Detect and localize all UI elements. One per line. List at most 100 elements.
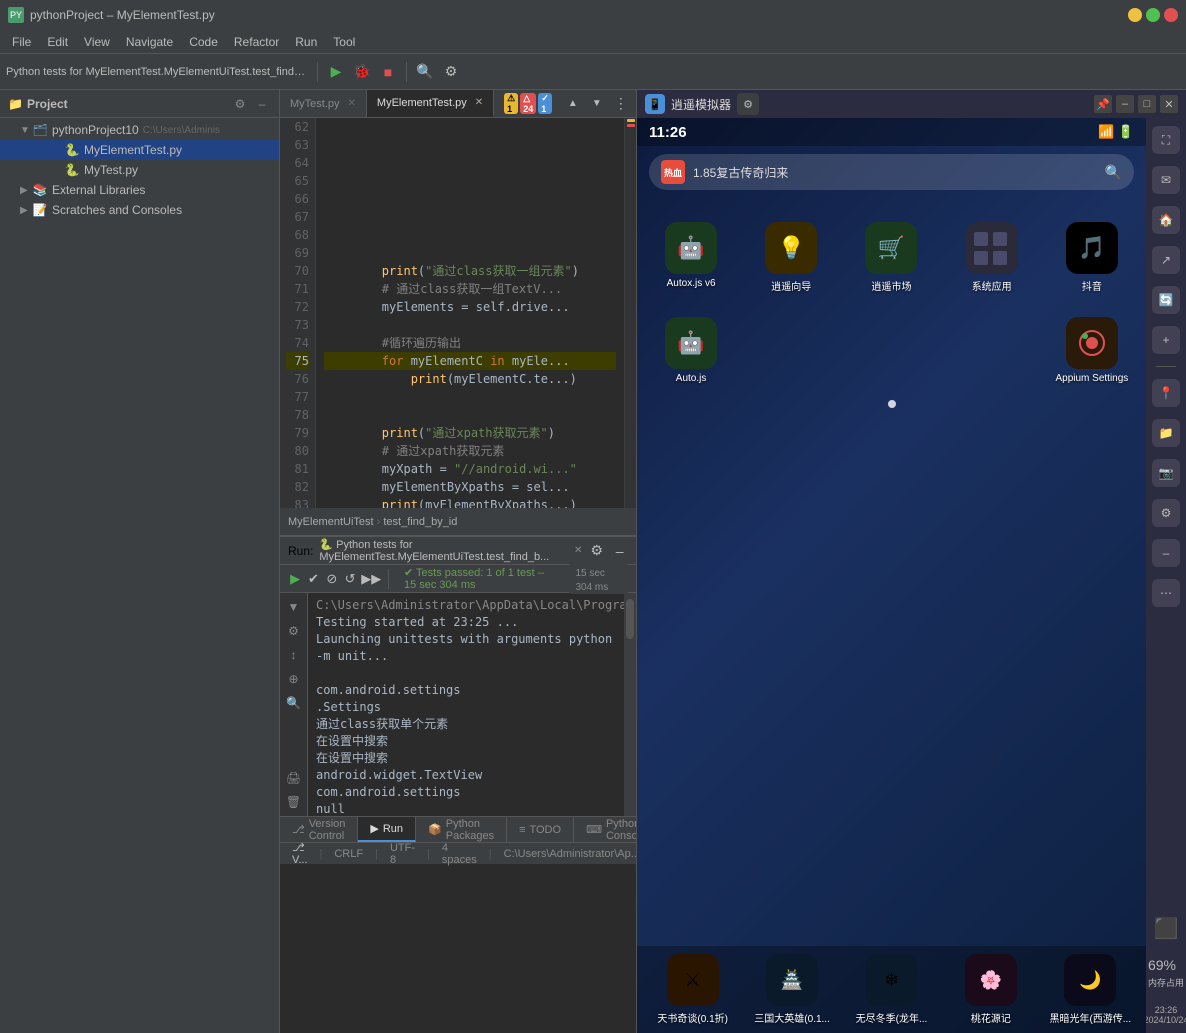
tab-down-button[interactable]: ▼ <box>586 93 608 115</box>
tab-myelementtest-close[interactable]: ✕ <box>475 97 483 108</box>
android-side-btn-vol-up[interactable]: + <box>1152 326 1180 354</box>
android-side-btn-fullscreen[interactable]: ⛶ <box>1152 126 1180 154</box>
status-indent[interactable]: 4 spaces <box>438 842 481 866</box>
run-sidebar-btn-4[interactable]: ⊕ <box>284 669 304 689</box>
android-title-text: 逍遥模拟器 <box>671 96 731 113</box>
project-tree: ▼ 🗂 pythonProject10 C:\Users\Adminis 🐍 M… <box>0 118 279 1033</box>
line-num: 79 <box>286 424 309 442</box>
tab-run[interactable]: ▶ Run <box>358 817 416 842</box>
run-rerun-button[interactable]: ↺ <box>343 569 357 589</box>
android-side-btn-vol-down[interactable]: – <box>1152 539 1180 567</box>
status-crlf[interactable]: CRLF <box>330 848 367 860</box>
android-side-btn-camera[interactable]: 📷 <box>1152 459 1180 487</box>
android-app-autojs[interactable]: 🤖 Auto.js <box>645 317 737 384</box>
android-icon-settings[interactable]: ⚙ <box>737 93 759 115</box>
android-home-nav[interactable]: ⬛ <box>1154 916 1179 941</box>
android-search-bar[interactable]: 热血 1.85复古传奇归来 🔍 <box>649 154 1134 190</box>
run-panel-settings-button[interactable]: ⚙ <box>588 540 605 562</box>
menu-file[interactable]: File <box>4 33 39 51</box>
tab-mytest-close[interactable]: ✕ <box>348 98 356 109</box>
run-configuration-label: Python tests for MyElementTest.MyElement… <box>6 66 306 78</box>
android-side-btn-share[interactable]: ↗ <box>1152 246 1180 274</box>
android-side-btn-more[interactable]: ⋯ <box>1152 579 1180 607</box>
android-app-appium[interactable]: Appium Settings <box>1046 317 1138 384</box>
android-app-market[interactable]: 🛒 逍遥市场 <box>845 222 937 293</box>
android-side-btn-rotate[interactable]: 🔄 <box>1152 286 1180 314</box>
android-search-icon[interactable]: 🔍 <box>1105 164 1122 181</box>
run-tab-close[interactable]: ✕ <box>574 545 582 556</box>
run-panel: Run: 🐍 Python tests for MyElementTest.My… <box>280 536 636 816</box>
android-app-system[interactable]: 系统应用 <box>946 222 1038 293</box>
menu-navigate[interactable]: Navigate <box>118 33 181 51</box>
tab-todo[interactable]: ≡ TODO <box>507 817 574 842</box>
tab-myelementtest[interactable]: MyElementTest.py ✕ <box>367 90 494 117</box>
code-editor[interactable]: print("通过class获取一组元素") # 通过class获取一组Text… <box>316 118 624 508</box>
menu-refactor[interactable]: Refactor <box>226 33 287 51</box>
android-app-douyin[interactable]: 🎵 抖音 <box>1046 222 1138 293</box>
tree-scratches-consoles[interactable]: ▶ 📝 Scratches and Consoles <box>0 200 279 220</box>
android-side-btn-home[interactable]: 🏠 <box>1152 206 1180 234</box>
panel-collapse-button[interactable]: – <box>253 95 271 113</box>
run-stop-button[interactable]: ⊘ <box>325 569 339 589</box>
android-min-button[interactable]: – <box>1116 95 1134 113</box>
android-app-autoxjs[interactable]: 🤖 Autox.js v6 <box>645 222 737 293</box>
scratches-label: Scratches and Consoles <box>52 203 182 217</box>
debug-button[interactable]: 🐞 <box>351 61 373 83</box>
android-side-btn-location[interactable]: 📍 <box>1152 379 1180 407</box>
tree-project-root[interactable]: ▼ 🗂 pythonProject10 C:\Users\Adminis <box>0 120 279 140</box>
android-side-btn-mail[interactable]: ✉ <box>1152 166 1180 194</box>
run-sidebar-btn-1[interactable]: ▼ <box>284 597 304 617</box>
stop-button[interactable]: ■ <box>377 61 399 83</box>
android-game-4[interactable]: 🌸 桃花源记 <box>943 954 1038 1025</box>
run-restart-button[interactable]: ▶ <box>288 569 302 589</box>
minimize-button[interactable] <box>1128 8 1142 22</box>
tree-file-mytest[interactable]: 🐍 MyTest.py <box>0 160 279 180</box>
android-max-button[interactable]: □ <box>1138 95 1156 113</box>
menu-edit[interactable]: Edit <box>39 33 76 51</box>
android-side-btn-settings2[interactable]: ⚙ <box>1152 499 1180 527</box>
android-side-btn-folder[interactable]: 📁 <box>1152 419 1180 447</box>
project-panel-icon: 📁 <box>8 97 23 111</box>
settings-button[interactable]: ⚙ <box>440 61 462 83</box>
editor-tab-bar: MyTest.py ✕ MyElementTest.py ✕ ⚠ 1 △ 24 … <box>280 90 636 118</box>
android-bottom-status: 69%内存占用 <box>1148 957 1184 989</box>
status-charset[interactable]: UTF-8 <box>386 842 419 866</box>
tab-mytest[interactable]: MyTest.py ✕ <box>280 90 367 117</box>
run-output[interactable]: C:\Users\Administrator\AppData\Local\Pro… <box>308 593 624 816</box>
tab-more-button[interactable]: ⋮ <box>610 93 632 115</box>
android-game-1[interactable]: ⚔ 天书奇谈(0.1折) <box>645 954 740 1025</box>
android-pin-button[interactable]: 📌 <box>1094 95 1112 113</box>
game4-label: 桃花源记 <box>971 1010 1011 1025</box>
android-close-button[interactable]: ✕ <box>1160 95 1178 113</box>
android-app-guide[interactable]: 💡 逍遥向导 <box>745 222 837 293</box>
android-game-3[interactable]: ❄ 无尽冬季(龙年... <box>844 954 939 1025</box>
tree-external-libraries[interactable]: ▶ 📚 External Libraries <box>0 180 279 200</box>
close-button[interactable] <box>1164 8 1178 22</box>
run-filter-button[interactable]: ▶▶ <box>361 569 381 589</box>
android-game-5[interactable]: 🌙 黑暗光年(西游传... <box>1043 954 1138 1025</box>
android-game-2[interactable]: 🏯 三国大英雄(0.1... <box>744 954 839 1025</box>
run-button[interactable]: ▶ <box>325 61 347 83</box>
run-sidebar-btn-2[interactable]: ⚙ <box>284 621 304 641</box>
tab-version-control[interactable]: ⎇ Version Control <box>280 817 358 842</box>
status-vcs[interactable]: ⎇ V... <box>288 841 312 866</box>
menu-run[interactable]: Run <box>287 33 325 51</box>
menu-view[interactable]: View <box>76 33 118 51</box>
tab-pkg-label: Python Packages <box>446 818 494 842</box>
tab-up-button[interactable]: ▲ <box>562 93 584 115</box>
run-sidebar-btn-5[interactable]: 🔍 <box>284 693 304 713</box>
menu-tool[interactable]: Tool <box>325 33 363 51</box>
maximize-button[interactable] <box>1146 8 1160 22</box>
tab-python-console[interactable]: ⌨ Python Console <box>574 817 636 842</box>
search-button[interactable]: 🔍 <box>414 61 436 83</box>
run-sidebar-btn-3[interactable]: ↕ <box>284 645 304 665</box>
menu-code[interactable]: Code <box>181 33 226 51</box>
tab-python-packages[interactable]: 📦 Python Packages <box>416 817 507 842</box>
tree-file-myelementtest[interactable]: 🐍 MyElementTest.py <box>0 140 279 160</box>
run-check-button[interactable]: ✔ <box>306 569 320 589</box>
run-sidebar-btn-6[interactable]: 🖨 <box>284 768 304 788</box>
run-panel-minimize-button[interactable]: – <box>611 540 628 562</box>
panel-settings-button[interactable]: ⚙ <box>231 95 249 113</box>
run-sidebar-btn-7[interactable]: 🗑 <box>284 792 304 812</box>
run-scrollbar[interactable] <box>624 593 636 816</box>
